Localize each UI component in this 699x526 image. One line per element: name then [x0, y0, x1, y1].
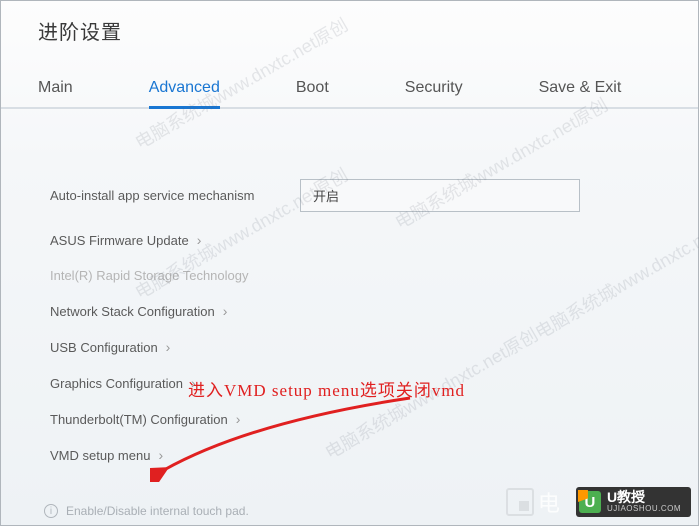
graphics-config-link: Graphics Configuration › [50, 375, 196, 391]
page-title: 进阶设置 [38, 16, 661, 45]
vmd-setup-link: VMD setup menu › [50, 447, 163, 463]
auto-install-label: Auto-install app service mechanism [50, 188, 300, 203]
asus-firmware-label: ASUS Firmware Update [50, 233, 189, 248]
chevron-right-icon: › [197, 232, 202, 248]
thunderbolt-config-label: Thunderbolt(TM) Configuration [50, 412, 228, 427]
ujs-cn: U教授 [607, 490, 681, 505]
monitor-icon [506, 488, 534, 516]
tab-save-exit[interactable]: Save & Exit [539, 71, 622, 107]
info-icon: i [44, 504, 58, 518]
row-thunderbolt-config[interactable]: Thunderbolt(TM) Configuration › [50, 401, 649, 437]
bios-screen: 进阶设置 Main Advanced Boot Security Save & … [0, 0, 699, 526]
chevron-right-icon: › [166, 339, 171, 355]
tab-boot[interactable]: Boot [296, 71, 329, 107]
graphics-config-label: Graphics Configuration [50, 376, 183, 391]
hint-text: Enable/Disable internal touch pad. [66, 504, 249, 518]
row-usb-config[interactable]: USB Configuration › [50, 329, 649, 365]
ujiaoshou-logo: U U教授 UJIAOSHOU.COM [576, 487, 691, 517]
chevron-right-icon: › [236, 411, 241, 427]
tab-navigation: Main Advanced Boot Security Save & Exit [0, 45, 699, 109]
usb-config-link: USB Configuration › [50, 339, 170, 355]
chevron-right-icon: › [158, 447, 163, 463]
intel-rst-label: Intel(R) Rapid Storage Technology [50, 268, 249, 283]
network-stack-link: Network Stack Configuration › [50, 303, 227, 319]
asus-firmware-link: ASUS Firmware Update › [50, 232, 201, 248]
thunderbolt-config-link: Thunderbolt(TM) Configuration › [50, 411, 240, 427]
usb-config-label: USB Configuration [50, 340, 158, 355]
dian-logo: 电 [498, 482, 568, 522]
annotation-text: 进入VMD setup menu选项关闭vmd [188, 376, 465, 401]
hint-bar: i Enable/Disable internal touch pad. [44, 504, 249, 518]
auto-install-select[interactable]: 开启 [300, 179, 580, 212]
row-auto-install: Auto-install app service mechanism 开启 [50, 169, 649, 222]
tab-security[interactable]: Security [405, 71, 463, 107]
settings-content: Auto-install app service mechanism 开启 AS… [0, 109, 699, 493]
logo-bar: 电 U U教授 UJIAOSHOU.COM [498, 482, 691, 522]
row-intel-rst: Intel(R) Rapid Storage Technology [50, 258, 649, 293]
ujs-icon: U [579, 491, 601, 513]
row-vmd-setup[interactable]: VMD setup menu › [50, 437, 649, 473]
intel-rst-link: Intel(R) Rapid Storage Technology [50, 268, 249, 283]
row-network-stack[interactable]: Network Stack Configuration › [50, 293, 649, 329]
top-bar: 进阶设置 [0, 0, 699, 45]
tab-advanced[interactable]: Advanced [149, 71, 220, 107]
vmd-setup-label: VMD setup menu [50, 448, 150, 463]
chevron-right-icon: › [223, 303, 228, 319]
row-asus-firmware[interactable]: ASUS Firmware Update › [50, 222, 649, 258]
dian-text: 电 [538, 486, 560, 518]
ujs-en: UJIAOSHOU.COM [607, 505, 681, 514]
tab-main[interactable]: Main [38, 71, 73, 107]
network-stack-label: Network Stack Configuration [50, 304, 215, 319]
